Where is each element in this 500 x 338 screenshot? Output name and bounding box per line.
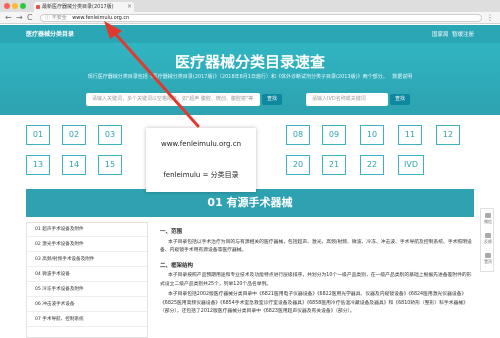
- feedback-button[interactable]: 反馈: [481, 233, 495, 245]
- back-to-top-button[interactable]: 置顶: [481, 253, 495, 265]
- favicon-icon: [36, 5, 40, 9]
- minimize-window-icon[interactable]: [12, 3, 18, 9]
- browser-address-bar: ← → C ⓘ 不安全 www.fenleimulu.org.cn ⋮: [0, 12, 500, 24]
- hero-subtitle-text: 现行医疗器械分类目录包括《医疗器械分类目录(2017版)》（2018年8月1日施…: [87, 74, 388, 80]
- wechat-label: 微信: [484, 219, 492, 224]
- back-to-top-label: 置顶: [484, 259, 492, 264]
- category-01-button[interactable]: 01: [26, 125, 50, 145]
- scope-heading: 一、范围: [160, 229, 183, 235]
- wechat-icon: [485, 213, 491, 218]
- close-window-icon[interactable]: [4, 3, 10, 9]
- subcategory-sidebar: 01 超声手术设备及附件 02 激光手术设备及附件 03 高频/射频手术设备及附…: [26, 222, 148, 338]
- page-title: 医疗器械分类目录速查: [174, 53, 325, 71]
- category-03-button[interactable]: 03: [98, 125, 122, 145]
- category-description: 一、范围 本子目录包括以手术治疗为目的与有源相关的医疗器械，包括超声、激光、高频…: [160, 222, 474, 338]
- reload-icon[interactable]: C: [27, 13, 33, 23]
- popup-meaning-text: fenleimulu = 分类目录: [163, 171, 239, 179]
- feedback-label: 反馈: [484, 239, 492, 244]
- hero-subtitle: 现行医疗器械分类目录包括《医疗器械分类目录(2017版)》（2018年8月1日施…: [0, 73, 500, 80]
- category-08-button[interactable]: 08: [286, 125, 310, 145]
- device-search-input[interactable]: 请输入关键词，多个关键词以空格隔开，如"超声 腹腔、微创、腹腔镜"等: [86, 93, 260, 106]
- category-22-button[interactable]: 22: [360, 155, 384, 175]
- feedback-icon: [485, 233, 491, 238]
- popup-url-text: www.fenleimulu.org.cn: [160, 140, 241, 148]
- site-header: 医疗器械分类目录 国家局 暂缓注册: [0, 25, 500, 43]
- category-20-button[interactable]: 20: [286, 155, 310, 175]
- sidebar-item-03[interactable]: 03 高频/射频手术设备及附件: [27, 253, 147, 267]
- sidebar-item-05[interactable]: 05 冷冻手术设备及附件: [27, 283, 147, 297]
- floating-toolbar: 微信 反馈 置顶: [480, 208, 494, 272]
- ivd-search-input[interactable]: 请输入IVD名称或关键词: [306, 93, 388, 106]
- back-arrow-icon[interactable]: ←: [5, 13, 12, 23]
- url-text: www.fenleimulu.org.cn: [72, 15, 130, 21]
- device-search-button[interactable]: 查找: [262, 94, 282, 105]
- category-ivd-button[interactable]: IVD: [398, 155, 424, 175]
- tab-title: 最新医疗器械分类目录(2017版): [42, 4, 114, 10]
- url-input[interactable]: ⓘ 不安全 www.fenleimulu.org.cn: [40, 14, 482, 22]
- arrow-up-icon: [485, 253, 491, 258]
- annotation-popup: www.fenleimulu.org.cn fenleimulu = 分类目录: [146, 128, 256, 192]
- wechat-button[interactable]: 微信: [481, 213, 495, 225]
- browser-menu-icon[interactable]: ⋮: [486, 13, 494, 23]
- browser-tab[interactable]: 最新医疗器械分类目录(2017版) ×: [34, 2, 134, 12]
- category-02-button[interactable]: 02: [62, 125, 86, 145]
- not-secure-label[interactable]: ⓘ 不安全: [45, 15, 67, 21]
- category-14-button[interactable]: 14: [62, 155, 86, 175]
- tab-close-icon[interactable]: ×: [127, 2, 132, 12]
- scope-paragraph: 本子目录包括以手术治疗为目的与有源相关的医疗器械，包括超声、激光、高频/射频、微…: [160, 239, 472, 254]
- nav-link-suspended[interactable]: 暂缓注册: [452, 30, 474, 38]
- category-12-button[interactable]: 12: [436, 125, 460, 145]
- category-13-button[interactable]: 13: [26, 155, 50, 175]
- category-09-button[interactable]: 09: [322, 125, 346, 145]
- maximize-window-icon[interactable]: [20, 3, 26, 9]
- sidebar-item-02[interactable]: 02 激光手术设备及附件: [27, 238, 147, 252]
- section-title: 01 有源手术器械: [26, 189, 474, 217]
- hero-section: 医疗器械分类目录速查 现行医疗器械分类目录包括《医疗器械分类目录(2017版)》…: [0, 43, 500, 115]
- category-10-button[interactable]: 10: [360, 125, 384, 145]
- structure-paragraph: 本子目录按照产品预期用途和专业技术及功能特点进行层级排序，共划分为10个一级产品…: [160, 273, 472, 287]
- history-paragraph: 本子目录包括2002版医疗器械分类目录中《6821医用电子仪器设备》《6822医…: [160, 292, 468, 314]
- sidebar-item-04[interactable]: 04 微波手术设备: [27, 268, 147, 282]
- ivd-search-button[interactable]: 查找: [390, 94, 410, 105]
- category-11-button[interactable]: 11: [398, 125, 422, 145]
- category-21-button[interactable]: 21: [322, 155, 346, 175]
- sidebar-item-06[interactable]: 06 冲击波手术设备: [27, 298, 147, 312]
- sidebar-item-01[interactable]: 01 超声手术设备及附件: [27, 223, 147, 237]
- category-15-button[interactable]: 15: [98, 155, 122, 175]
- sidebar-item-07[interactable]: 07 手术导航、控制系统: [27, 313, 147, 327]
- browser-tab-bar: 最新医疗器械分类目录(2017版) ×: [0, 0, 500, 12]
- nav-link-nmpa[interactable]: 国家局: [432, 30, 449, 38]
- forward-arrow-icon[interactable]: →: [16, 13, 23, 23]
- structure-heading: 二、框架结构: [160, 262, 194, 269]
- data-notes-link[interactable]: 数据说明: [392, 74, 412, 80]
- site-logo[interactable]: 医疗器械分类目录: [26, 29, 74, 38]
